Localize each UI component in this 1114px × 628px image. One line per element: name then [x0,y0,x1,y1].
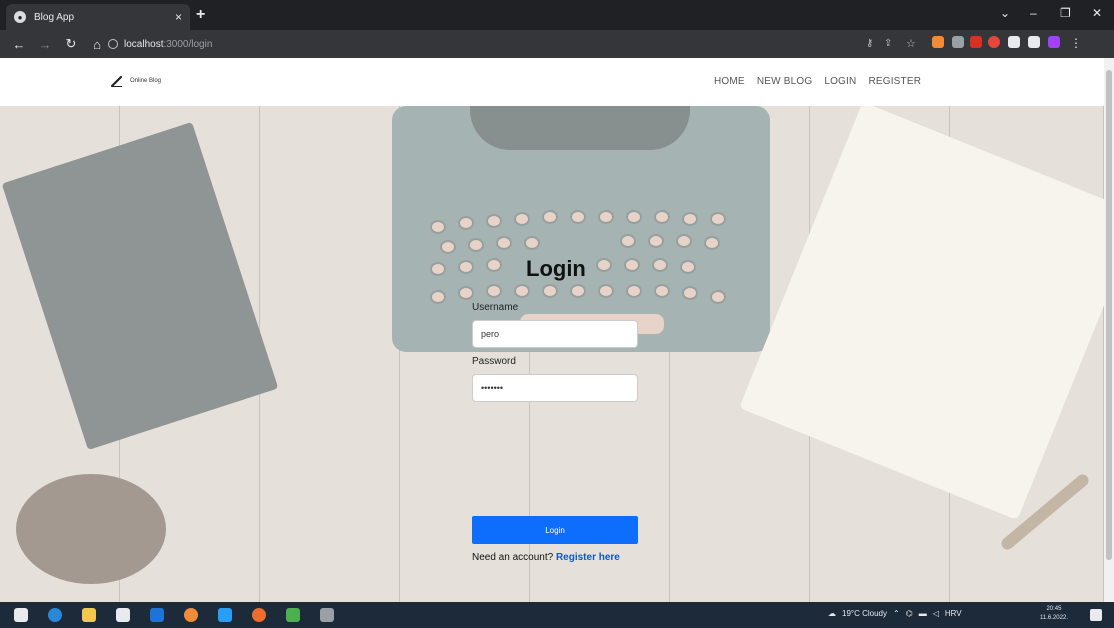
windows-start-icon[interactable] [14,608,28,622]
extensions-puzzle-icon[interactable] [1008,36,1020,48]
clock-date: 11.6.2022. [1040,615,1068,621]
login-button[interactable]: Login [472,516,638,544]
site-navbar: Online Blog HOME NEW BLOG LOGIN REGISTER [0,58,1104,106]
password-input[interactable] [472,374,638,402]
weather-text[interactable]: 19°C Cloudy [842,609,887,618]
username-input[interactable] [472,320,638,348]
extension-icon[interactable] [932,36,944,48]
browser-tab[interactable]: ● Blog App × [6,4,190,30]
file-explorer-icon[interactable] [82,608,96,622]
windows-taskbar: ☁ 19°C Cloudy ⌃ ⌬ ▬ ◁ HRV 20:45 11.6.202… [0,602,1114,628]
password-label: Password [472,356,516,367]
back-icon[interactable]: ← [12,37,26,52]
extension-icon[interactable] [970,36,982,48]
scrollbar-thumb[interactable] [1106,70,1112,560]
pen-logo-icon [110,75,123,88]
site-info-icon[interactable] [108,39,118,49]
side-panel-icon[interactable] [1028,36,1040,48]
system-tray: ☁ 19°C Cloudy ⌃ ⌬ ▬ ◁ HRV [828,609,962,618]
notification-icon[interactable] [1090,609,1102,621]
minimize-button[interactable]: – [1030,6,1037,20]
reload-icon[interactable]: ↻ [64,36,78,52]
close-window-button[interactable]: ✕ [1092,6,1102,20]
taskbar-app-icon[interactable] [320,608,334,622]
home-icon[interactable]: ⌂ [90,37,104,52]
register-prompt-text: Need an account? [472,552,554,563]
browser-tabstrip: ● Blog App × + ⌄ – ❐ ✕ [0,0,1114,30]
postman-icon[interactable] [252,608,266,622]
nav-new-blog[interactable]: NEW BLOG [757,76,813,87]
tab-title: Blog App [34,11,75,23]
taskbar-app-icon[interactable] [286,608,300,622]
address-url: localhost:3000/login [124,38,213,50]
nav-login[interactable]: LOGIN [824,76,856,87]
chrome-icon[interactable] [184,608,198,622]
maximize-button[interactable]: ❐ [1060,6,1071,20]
tab-close-icon[interactable]: × [175,10,182,24]
store-icon[interactable] [116,608,130,622]
site-brand[interactable]: Online Blog [110,74,161,88]
volume-icon[interactable]: ◁ [933,609,939,618]
web-page: Online Blog HOME NEW BLOG LOGIN REGISTER [0,58,1104,602]
register-prompt: Need an account? Register here [472,552,620,563]
page-scrollbar[interactable] [1104,58,1114,602]
nav-home[interactable]: HOME [714,76,745,87]
clock-time: 20:45 [1046,606,1062,612]
cloud-icon: ☁ [828,609,836,618]
profile-avatar[interactable] [1048,36,1060,48]
battery-icon[interactable]: ▬ [919,609,927,618]
extension-icon[interactable] [988,36,1000,48]
username-label: Username [472,302,519,313]
extension-icon[interactable] [952,36,964,48]
page-title: Login [526,256,586,281]
tab-search-icon[interactable]: ⌄ [1000,6,1010,20]
brand-name: Online Blog [130,78,162,84]
register-link[interactable]: Register here [556,552,620,563]
network-icon[interactable]: ⌬ [906,609,913,618]
globe-icon: ● [14,11,26,23]
forward-icon[interactable]: → [38,37,52,52]
chevron-up-icon[interactable]: ⌃ [893,609,900,618]
key-icon[interactable]: ⚷ [866,38,873,49]
vscode-icon[interactable] [218,608,232,622]
mail-icon[interactable] [150,608,164,622]
browser-toolbar: ← → ↻ ⌂ localhost:3000/login ⚷ ⇪ ☆ [0,30,1114,58]
bookmark-star-icon[interactable]: ☆ [906,37,916,50]
edge-icon[interactable] [48,608,62,622]
menu-kebab-icon[interactable]: ⋮ [1070,36,1082,50]
new-tab-button[interactable]: + [196,6,205,24]
hero-background: Login Username Password Login Need an ac… [0,106,1104,602]
address-bar[interactable]: localhost:3000/login [108,34,848,54]
share-icon[interactable]: ⇪ [884,38,892,49]
clock[interactable]: 20:45 11.6.2022. [1040,605,1068,623]
nav-register[interactable]: REGISTER [868,76,921,87]
site-menu: HOME NEW BLOG LOGIN REGISTER [714,76,921,87]
language-indicator[interactable]: HRV [945,609,962,618]
screen: ● Blog App × + ⌄ – ❐ ✕ ← → ↻ ⌂ localhost… [0,0,1114,628]
